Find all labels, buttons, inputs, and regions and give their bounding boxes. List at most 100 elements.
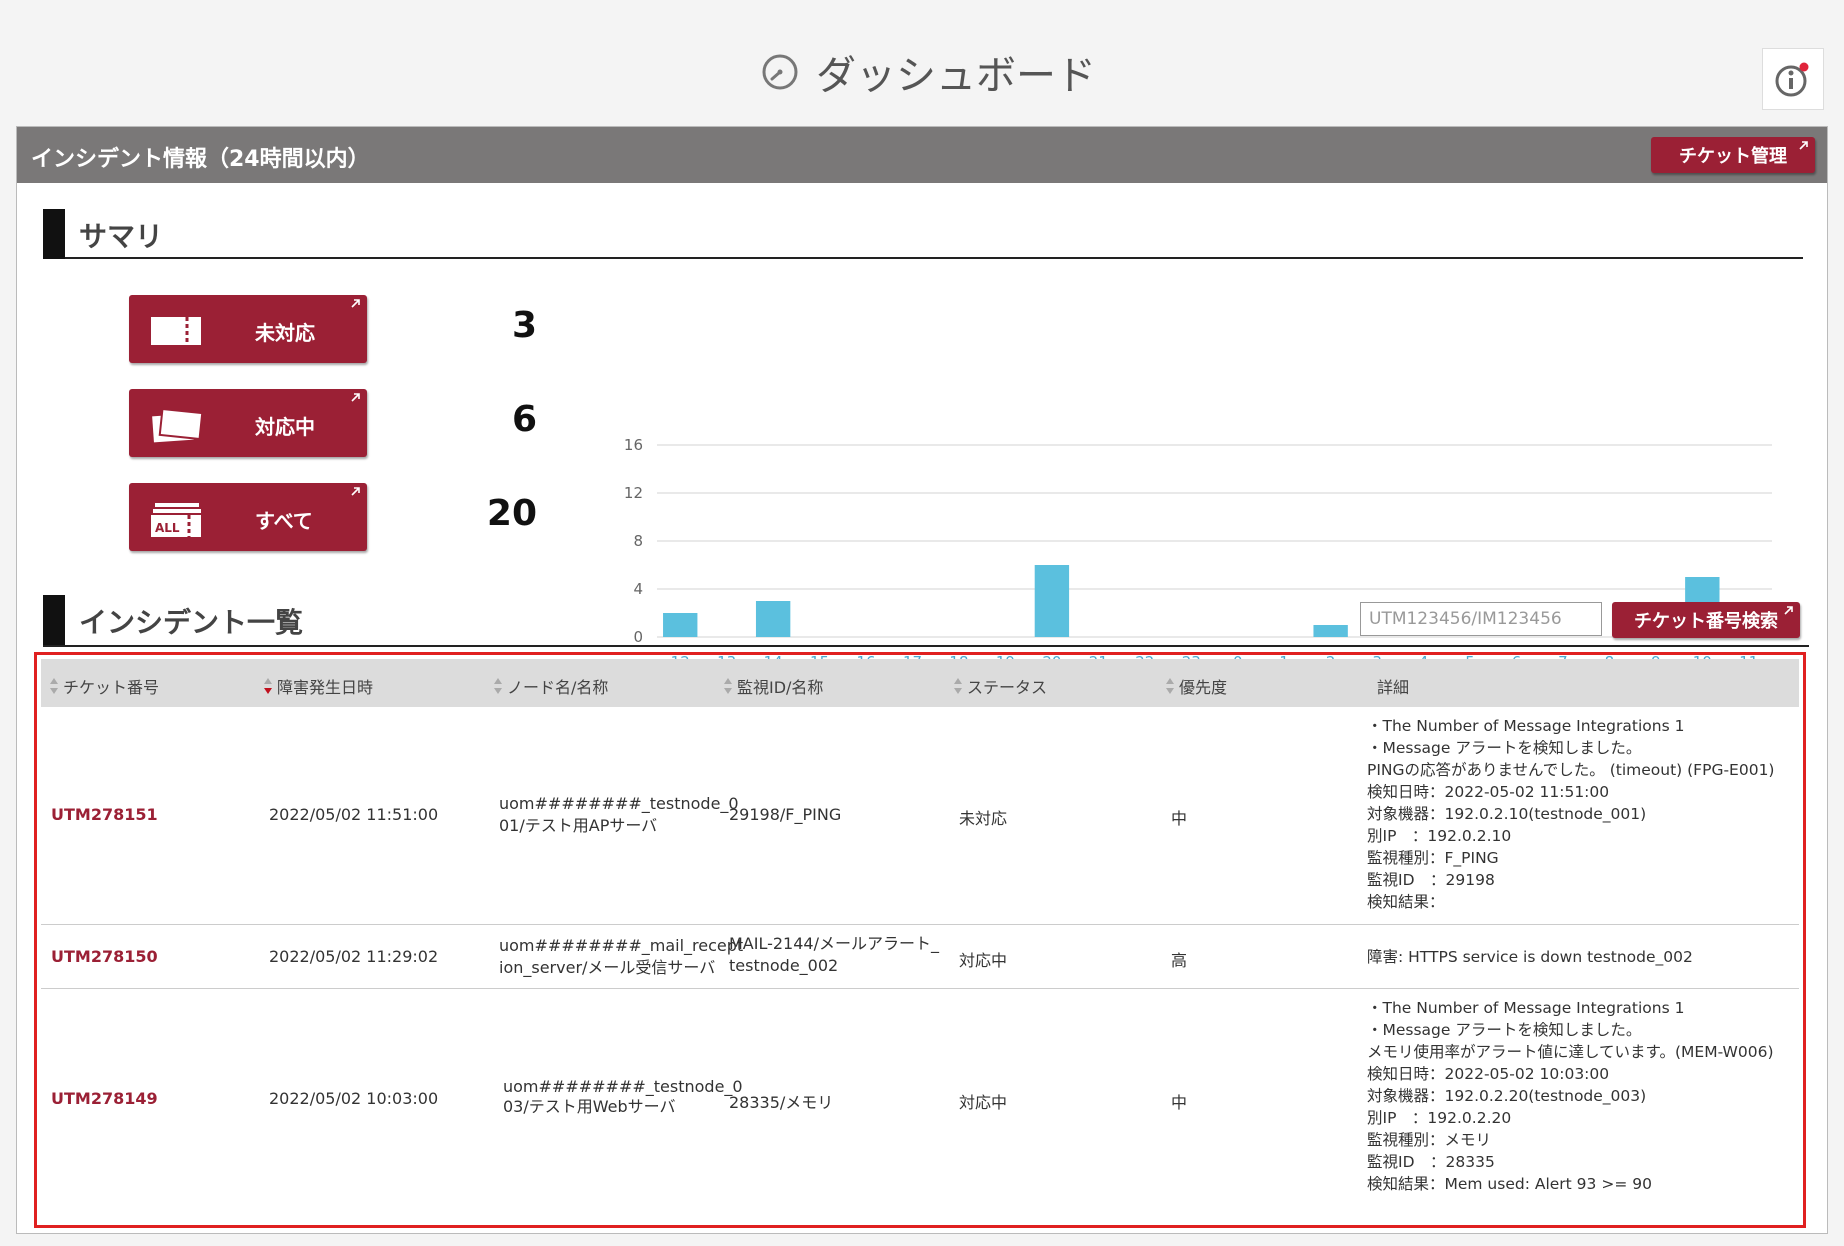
- summary-heading-text: サマリ: [79, 220, 164, 253]
- col-node[interactable]: ノード名/名称: [493, 674, 608, 698]
- ticket-search-label: チケット番号検索: [1634, 611, 1778, 632]
- incidents-heading-rule: [43, 645, 1809, 647]
- detail-cell: ・The Number of Message Integrations 1 ・M…: [1367, 715, 1774, 913]
- status-cell: 対応中: [959, 951, 1008, 970]
- detail-line: 障害: HTTPS service is down testnode_002: [1367, 948, 1693, 966]
- col-detail: 詳細: [1377, 674, 1409, 698]
- node-line: 03/テスト用Webサーバ: [503, 1097, 676, 1116]
- col-monitor[interactable]: 監視ID/名称: [723, 674, 823, 698]
- info-icon: [1775, 62, 1809, 97]
- datetime-cell: 2022/05/02 11:29:02: [269, 947, 439, 966]
- col-datetime[interactable]: 障害発生日時: [263, 674, 373, 698]
- detail-line: ・Message アラートを検知しました。: [1367, 739, 1642, 757]
- unhandled-button[interactable]: 未対応: [129, 295, 367, 363]
- all-button[interactable]: ALL すべて: [129, 483, 367, 551]
- col-priority-label: 優先度: [1179, 678, 1228, 697]
- detail-line: ・The Number of Message Integrations 1: [1367, 717, 1685, 735]
- node-line: uom########_mail_recept: [499, 936, 744, 955]
- ticket-manage-label: チケット管理: [1679, 146, 1787, 167]
- panel-header: インシデント情報（24時間以内） チケット管理: [17, 127, 1827, 183]
- col-datetime-label: 障害発生日時: [277, 678, 374, 697]
- hourly-incident-chart: 0481216121314151617181920212223012345678…: [624, 436, 1772, 671]
- priority-cell: 高: [1171, 951, 1188, 970]
- heading-bar: [43, 209, 65, 259]
- heading-bar: [43, 595, 65, 645]
- detail-line: 検知結果：: [1367, 893, 1445, 911]
- in-progress-button[interactable]: 対応中: [129, 389, 367, 457]
- status-cell: 未対応: [959, 809, 1008, 828]
- col-priority[interactable]: 優先度: [1165, 674, 1227, 698]
- in-progress-count: 6: [511, 399, 537, 440]
- node-cell: uom########_mail_recept ion_server/メール受信…: [499, 935, 743, 979]
- ticket-link[interactable]: UTM278151: [51, 805, 158, 824]
- detail-line: 検知日時：2022-05-02 10:03:00: [1367, 1065, 1610, 1083]
- y-tick-label: 16: [624, 436, 643, 454]
- tickets-icon: [152, 409, 203, 443]
- col-status[interactable]: ステータス: [953, 674, 1047, 698]
- incidents-heading: インシデント一覧: [43, 595, 1129, 645]
- table-header: チケット番号 障害発生日時 ノード名/名称 監視ID/名称 ステータス 優先度 …: [41, 659, 1799, 707]
- detail-line: 別IP ：192.0.2.10: [1367, 827, 1512, 845]
- datetime-cell: 2022/05/02 11:51:00: [269, 805, 439, 824]
- datetime-cell: 2022/05/02 10:03:00: [269, 1089, 439, 1108]
- incidents-heading-text: インシデント一覧: [79, 606, 304, 639]
- title-bar: ダッシュボード: [0, 0, 1844, 126]
- sort-desc-icon: [264, 678, 272, 694]
- ticket-manage-button[interactable]: チケット管理: [1651, 137, 1815, 173]
- detail-cell: 障害: HTTPS service is down testnode_002: [1367, 946, 1693, 968]
- col-status-label: ステータス: [967, 678, 1048, 697]
- detail-line: メモリ使用率がアラート値に達しています。(MEM-W006): [1367, 1043, 1774, 1061]
- panel-title: インシデント情報（24時間以内）: [31, 147, 370, 172]
- monitor-line: testnode_002: [729, 956, 839, 975]
- bar-2: [1313, 625, 1348, 637]
- external-link-icon: [1784, 606, 1793, 615]
- node-cell: uom########_testnode_0 01/テスト用APサーバ: [499, 793, 739, 837]
- node-cell: uom########_testnode_0 03/テスト用Webサーバ: [503, 1077, 743, 1117]
- detail-line: 対象機器：192.0.2.20(testnode_003): [1367, 1087, 1647, 1105]
- unhandled-count: 3: [511, 305, 537, 346]
- all-label: すべて: [255, 509, 313, 533]
- ticket-link[interactable]: UTM278149: [51, 1089, 158, 1108]
- external-link-icon: [1799, 141, 1808, 150]
- external-link-icon: [351, 487, 360, 496]
- external-link-icon: [351, 393, 360, 402]
- ticket-link[interactable]: UTM278150: [51, 947, 158, 966]
- node-line: ion_server/メール受信サーバ: [499, 958, 716, 977]
- sort-icon: [494, 678, 502, 694]
- col-ticket-label: チケット番号: [63, 678, 160, 697]
- sort-icon: [50, 678, 58, 694]
- col-monitor-label: 監視ID/名称: [737, 678, 824, 697]
- unhandled-label: 未対応: [255, 321, 315, 345]
- monitor-line: MAIL-2144/メールアラート_: [729, 934, 939, 953]
- detail-line: 監視種別：メモリ: [1367, 1131, 1492, 1149]
- node-line: 01/テスト用APサーバ: [499, 816, 658, 835]
- table-row: UTM278149 2022/05/02 10:03:00 uom#######…: [41, 989, 1799, 1223]
- ticket-search-button[interactable]: チケット番号検索: [1612, 602, 1800, 638]
- priority-cell: 中: [1171, 809, 1188, 828]
- col-detail-label: 詳細: [1377, 678, 1410, 697]
- summary-heading: サマリ: [43, 209, 1803, 259]
- priority-cell: 中: [1171, 1093, 1188, 1112]
- ticket-icon: [151, 317, 201, 345]
- detail-line: 検知結果：Mem used: Alert 93 >= 90: [1367, 1175, 1652, 1193]
- detail-line: PINGの応答がありませんでした。 (timeout) (FPG-E001): [1367, 761, 1775, 779]
- table-row: UTM278150 2022/05/02 11:29:02 uom#######…: [41, 925, 1799, 989]
- sort-icon: [1166, 678, 1174, 694]
- node-line: uom########_testnode_0: [503, 1077, 743, 1096]
- detail-line: 対象機器：192.0.2.10(testnode_001): [1367, 805, 1647, 823]
- detail-line: ・The Number of Message Integrations 1: [1367, 999, 1685, 1017]
- monitor-cell: 29198/F_PING: [729, 805, 842, 824]
- y-tick-label: 12: [624, 484, 643, 502]
- detail-line: ・Message アラートを検知しました。: [1367, 1021, 1642, 1039]
- monitor-cell: 28335/メモリ: [729, 1093, 834, 1112]
- all-icon-text: ALL: [155, 521, 180, 535]
- detail-line: 監視ID ：28335: [1367, 1153, 1495, 1171]
- table-row: UTM278151 2022/05/02 11:51:00 uom#######…: [41, 707, 1799, 925]
- detail-line: 別IP ：192.0.2.20: [1367, 1109, 1512, 1127]
- node-line: uom########_testnode_0: [499, 794, 739, 813]
- gauge-icon: [762, 54, 798, 90]
- detail-line: 検知日時：2022-05-02 11:51:00: [1367, 783, 1610, 801]
- ticket-search-input[interactable]: [1360, 602, 1602, 636]
- col-ticket[interactable]: チケット番号: [49, 674, 159, 698]
- info-button[interactable]: [1762, 48, 1824, 110]
